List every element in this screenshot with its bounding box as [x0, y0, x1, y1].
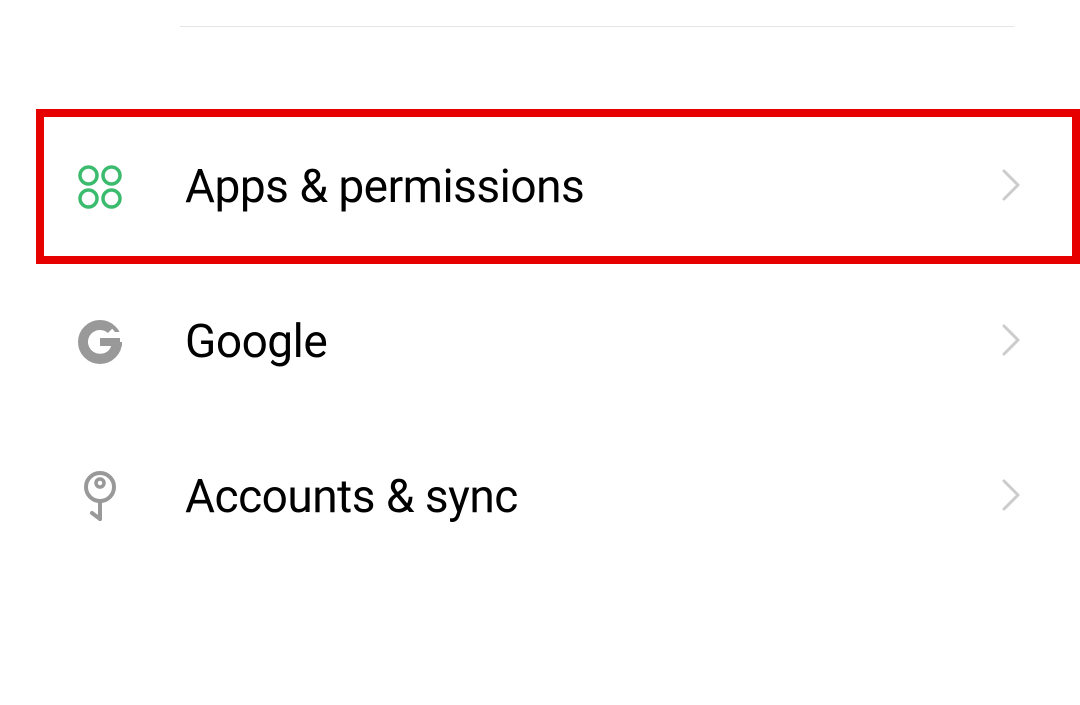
chevron-right-icon: [1002, 479, 1020, 515]
clover-icon: [75, 162, 125, 212]
settings-item-accounts-sync[interactable]: Accounts & sync: [0, 419, 1080, 574]
settings-item-google[interactable]: Google: [0, 264, 1080, 419]
settings-item-label: Google: [185, 315, 1002, 369]
chevron-right-icon: [1002, 169, 1020, 205]
google-icon: [75, 317, 125, 367]
settings-item-label: Apps & permissions: [185, 160, 1002, 214]
settings-list: Apps & permissions: [0, 109, 1080, 574]
spacer: [0, 27, 1080, 109]
settings-item-label: Accounts & sync: [185, 470, 1002, 524]
key-icon: [75, 472, 125, 522]
chevron-right-icon: [1002, 324, 1020, 360]
settings-item-apps-permissions[interactable]: Apps & permissions: [36, 109, 1080, 264]
